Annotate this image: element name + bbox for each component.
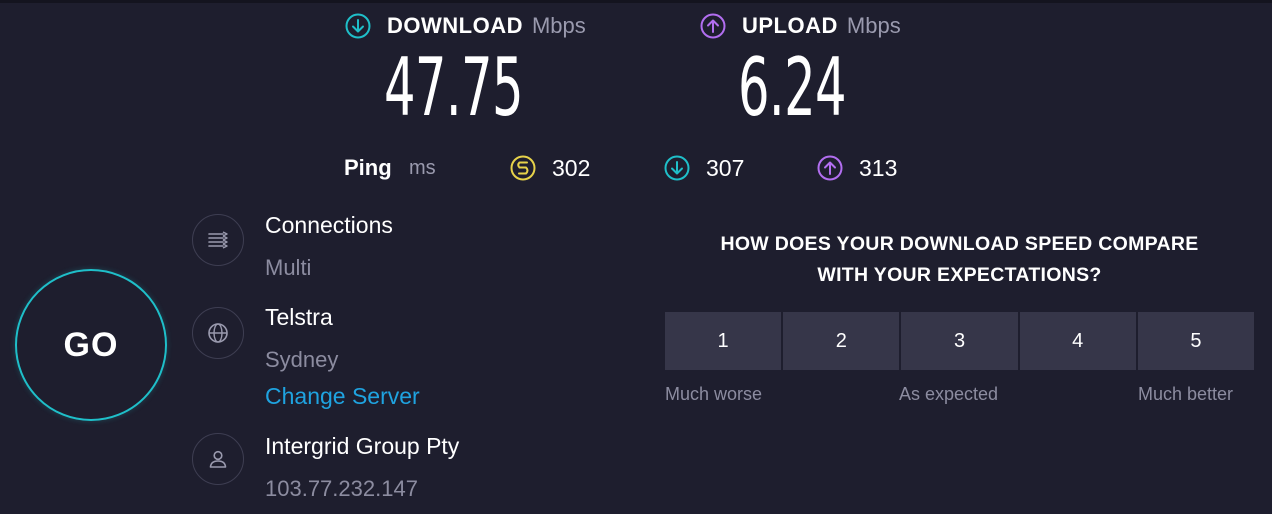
survey-question: HOW DOES YOUR DOWNLOAD SPEED COMPARE WIT…: [665, 229, 1254, 291]
upload-speed-value: 6.24: [738, 41, 847, 134]
ping-upload: 313: [816, 153, 897, 183]
download-header: DOWNLOAD Mbps: [344, 10, 586, 42]
ping-upload-value: 313: [859, 154, 898, 181]
user-icon: [192, 433, 244, 485]
ip-address: 103.77.232.147: [265, 476, 418, 501]
arrow-up-circle-icon: [699, 12, 727, 40]
connections-value[interactable]: Multi: [265, 255, 311, 281]
change-server-link[interactable]: Change Server: [265, 383, 420, 410]
ping-unit: ms: [409, 157, 436, 179]
ping-idle: 302: [509, 153, 590, 183]
rating-button-1[interactable]: 1: [665, 312, 782, 370]
download-speed-value: 47.75: [384, 41, 524, 134]
provider-name: Intergrid Group Pty: [265, 433, 460, 459]
connections-icon[interactable]: [192, 214, 244, 266]
scale-label-mid: As expected: [899, 384, 999, 404]
rating-button-5[interactable]: 5: [1137, 312, 1255, 370]
download-title: DOWNLOAD: [387, 13, 523, 38]
survey-question-line1: HOW DOES YOUR DOWNLOAD SPEED COMPARE: [720, 233, 1199, 255]
survey-question-line2: WITH YOUR EXPECTATIONS?: [817, 264, 1102, 286]
upload-header: UPLOAD Mbps: [699, 10, 901, 42]
arrow-up-circle-icon: [816, 154, 844, 182]
server-name: Telstra: [265, 304, 333, 330]
upload-title: UPLOAD: [742, 13, 838, 38]
rating-scale: 1 2 3 4 5: [665, 312, 1255, 370]
server-location: Sydney: [265, 347, 339, 372]
download-unit: Mbps: [531, 13, 586, 38]
ping-idle-value: 302: [552, 154, 591, 181]
ping-download: 307: [663, 153, 744, 183]
scale-label-low: Much worse: [665, 384, 763, 404]
rating-button-4[interactable]: 4: [1019, 312, 1136, 370]
go-button[interactable]: GO: [15, 269, 167, 421]
ping-download-value: 307: [706, 154, 745, 181]
upload-unit: Mbps: [846, 13, 901, 38]
globe-icon[interactable]: [192, 307, 244, 359]
idle-ping-icon: [509, 154, 537, 182]
arrow-down-circle-icon: [663, 154, 691, 182]
scale-label-high: Much better: [1138, 384, 1234, 404]
go-label: GO: [63, 325, 119, 364]
rating-button-3[interactable]: 3: [901, 312, 1018, 370]
arrow-down-circle-icon: [344, 12, 372, 40]
top-border: [0, 0, 1272, 3]
rating-button-2[interactable]: 2: [783, 312, 900, 370]
ping-label: Ping: [344, 155, 392, 180]
connections-title: Connections: [265, 212, 393, 238]
